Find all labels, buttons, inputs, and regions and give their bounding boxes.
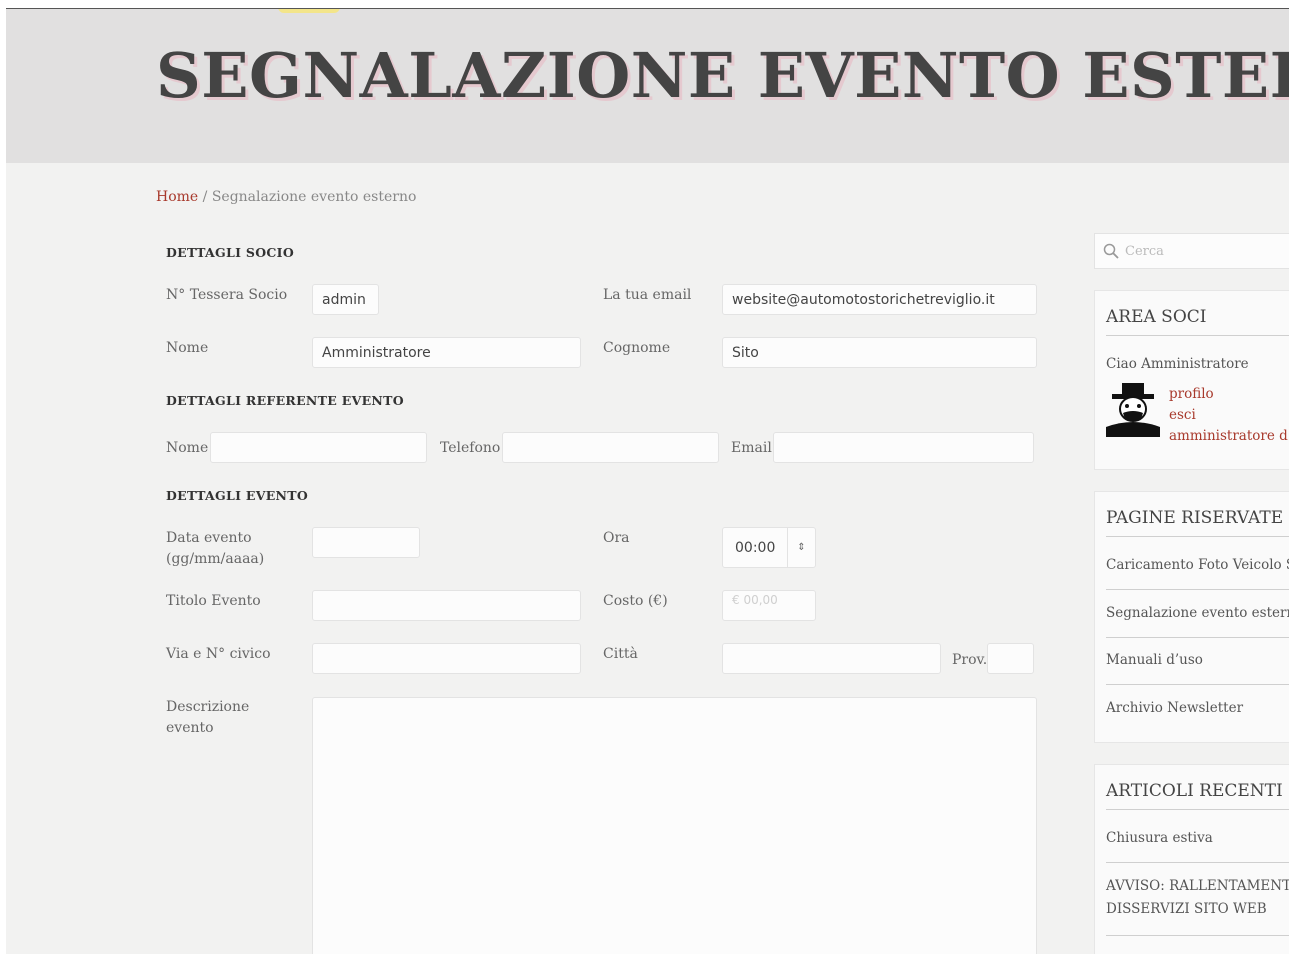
esci-link[interactable]: esci [1169, 407, 1196, 423]
ref-email-label: Email [731, 440, 772, 456]
search-input[interactable]: Cerca [1094, 233, 1289, 269]
titolo-input[interactable] [312, 590, 581, 621]
ref-telefono-input[interactable] [502, 432, 719, 463]
articolo-item[interactable]: DISSERVIZI SITO WEB [1106, 901, 1267, 917]
section-title-referente: DETTAGLI REFERENTE EVENTO [166, 393, 404, 408]
widget-articoli-recenti: ARTICOLI RECENTI Chiusura estiva AVVISO:… [1094, 764, 1289, 954]
widget-pagine-riservate: PAGINE RISERVATE Caricamento Foto Veicol… [1094, 491, 1289, 743]
tessera-label: N° Tessera Socio [166, 287, 288, 303]
widget-divider [1106, 809, 1289, 810]
articolo-item[interactable]: AVVISO: RALLENTAMENTI [1106, 878, 1289, 894]
via-label: Via e N° civico [166, 646, 271, 662]
widget-divider [1106, 862, 1289, 863]
widget-divider [1106, 335, 1289, 336]
costo-label: Costo (€) [603, 593, 668, 609]
widget-divider [1106, 589, 1289, 590]
page-title: SEGNALAZIONE EVENTO ESTERNO [156, 39, 1289, 112]
prov-label: Prov. [952, 652, 988, 668]
widget-divider [1106, 637, 1289, 638]
section-title-evento: DETTAGLI EVENTO [166, 488, 309, 503]
costo-input[interactable]: € 00,00 [722, 590, 816, 621]
ora-spinner[interactable]: 00:00 ⇕ [722, 527, 816, 568]
descrizione-label: Descrizione evento [166, 699, 250, 736]
page-header: SEGNALAZIONE EVENTO ESTERNO [6, 9, 1289, 163]
profilo-link[interactable]: profilo [1169, 386, 1214, 402]
nome-label: Nome [166, 340, 209, 356]
avatar-icon [1106, 383, 1160, 437]
breadcrumb-home-link[interactable]: Home [156, 189, 198, 205]
widget-divider [1106, 935, 1289, 936]
cognome-input[interactable]: Sito [722, 337, 1037, 368]
data-evento-input[interactable] [312, 527, 420, 558]
widget-title-area-soci: AREA SOCI [1106, 307, 1207, 327]
amministratore-link[interactable]: amministratore d [1169, 428, 1288, 444]
ora-value: 00:00 [735, 539, 776, 556]
breadcrumb: Home / Segnalazione evento esterno [156, 189, 416, 205]
nome-input[interactable]: Amministratore [312, 337, 581, 368]
cognome-label: Cognome [603, 340, 671, 356]
ref-nome-label: Nome [166, 440, 209, 456]
via-input[interactable] [312, 643, 581, 674]
ora-label: Ora [603, 530, 630, 546]
titolo-label: Titolo Evento [166, 593, 261, 609]
widget-divider [1106, 684, 1289, 685]
ref-telefono-label: Telefono [440, 440, 501, 456]
section-title-socio: DETTAGLI SOCIO [166, 245, 295, 260]
citta-label: Città [603, 646, 638, 662]
descrizione-textarea[interactable] [312, 697, 1037, 954]
pagine-item[interactable]: Manuali d’uso [1106, 652, 1203, 668]
tessera-input[interactable]: admin [312, 284, 379, 315]
pagine-item[interactable]: Archivio Newsletter [1106, 700, 1243, 716]
spinner-arrows-icon[interactable]: ⇕ [787, 528, 815, 567]
pagine-item[interactable]: Segnalazione evento estern [1106, 605, 1289, 621]
ref-nome-input[interactable] [210, 432, 427, 463]
citta-input[interactable] [722, 643, 941, 674]
articolo-item[interactable]: Chiusura estiva [1106, 830, 1213, 846]
breadcrumb-separator: / [202, 189, 208, 205]
header-accent [278, 9, 340, 13]
widget-divider [1106, 536, 1289, 537]
search-icon [1103, 243, 1119, 259]
email-label: La tua email [603, 287, 692, 303]
widget-title-articoli-recenti: ARTICOLI RECENTI [1106, 781, 1283, 801]
prov-input[interactable] [987, 643, 1034, 674]
email-input[interactable]: website@automotostorichetreviglio.it [722, 284, 1037, 315]
data-evento-label: Data evento (gg/mm/aaaa) [166, 530, 265, 567]
page-frame: SEGNALAZIONE EVENTO ESTERNO Home / Segna… [6, 8, 1289, 954]
breadcrumb-current: Segnalazione evento esterno [211, 189, 417, 205]
widget-area-soci: AREA SOCI Ciao Amministratore profilo es… [1094, 290, 1289, 470]
greeting-text: Ciao Amministratore [1106, 356, 1249, 372]
widget-title-pagine-riservate: PAGINE RISERVATE [1106, 508, 1284, 528]
ref-email-input[interactable] [773, 432, 1034, 463]
pagine-item[interactable]: Caricamento Foto Veicolo S [1106, 557, 1289, 573]
search-placeholder: Cerca [1125, 243, 1164, 259]
